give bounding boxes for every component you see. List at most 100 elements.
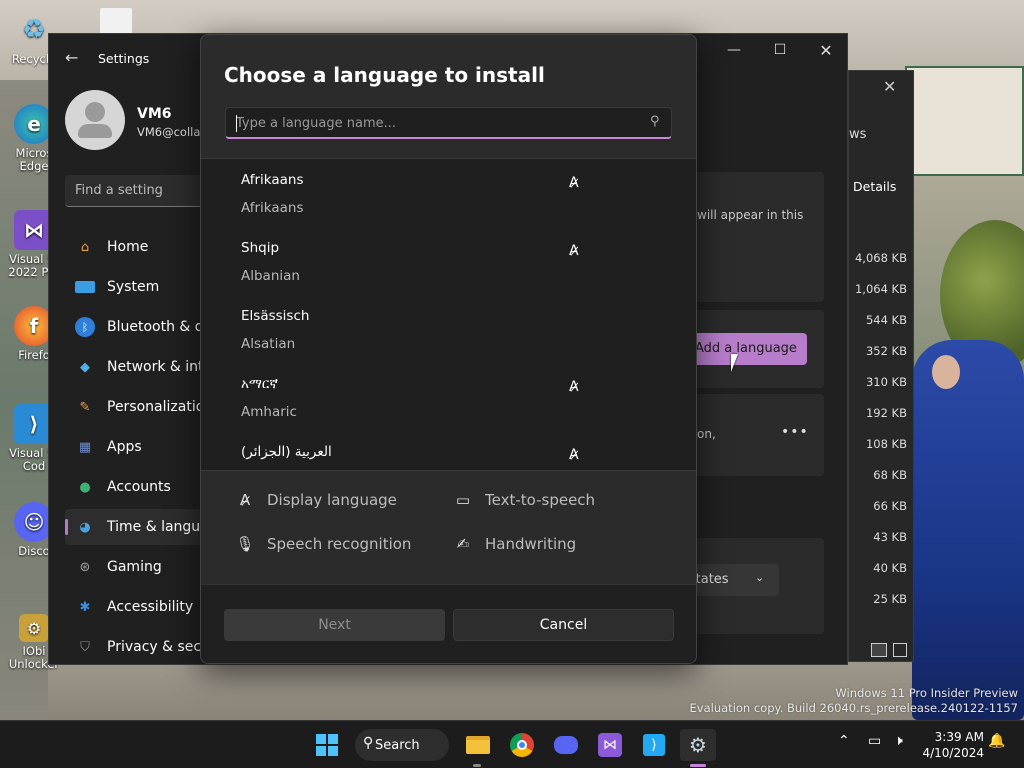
wallpaper-person-face	[932, 355, 960, 389]
visual-studio-icon: ⋈	[598, 733, 622, 757]
language-native-name: Shqip	[241, 240, 280, 256]
find-setting-search[interactable]: Find a setting	[65, 175, 205, 207]
text-to-speech-icon: ▭	[455, 491, 471, 509]
tile-view-icon[interactable]	[893, 643, 907, 657]
explorer-size-column: 4,068 KB 1,064 KB 544 KB 352 KB 310 KB 1…	[849, 211, 915, 651]
visual-studio-taskbar-button[interactable]: ⋈	[594, 729, 626, 761]
language-native-name: العربية (الجزائر)	[241, 444, 332, 460]
taskbar-search-button[interactable]: ⚲ Search	[355, 729, 449, 761]
vscode-icon: ⟩	[643, 734, 665, 756]
settings-taskbar-button[interactable]: ⚙	[680, 729, 716, 761]
file-size: 310 KB	[865, 375, 907, 389]
search-icon: ⚲	[650, 114, 660, 129]
network-icon[interactable]: ▭	[868, 733, 881, 749]
discord-taskbar-button[interactable]	[550, 729, 582, 761]
user-icon	[85, 102, 105, 122]
maximize-button[interactable]: ☐	[757, 34, 803, 66]
user-name: VM6	[137, 106, 172, 122]
nav-label: Accounts	[107, 479, 171, 495]
language-info-text: will appear in this	[697, 208, 804, 222]
windows-logo-icon	[316, 734, 338, 756]
wallpaper-sign	[905, 66, 1024, 176]
dialog-footer: Next Cancel	[201, 584, 696, 663]
system-icon	[75, 281, 95, 293]
legend-text-to-speech: ▭ Text-to-speech	[453, 491, 595, 509]
file-explorer-window: ✕ ws Details 4,068 KB 1,064 KB 544 KB 35…	[848, 70, 914, 662]
language-english-name: Albanian	[241, 268, 300, 284]
desktop-file-icon[interactable]	[100, 8, 132, 36]
legend-label: Text-to-speech	[485, 491, 596, 509]
language-list-item[interactable]: Elsässisch Alsatian	[201, 295, 696, 363]
apps-icon: ▦	[78, 439, 92, 455]
nav-label: Accessibility	[107, 599, 194, 615]
language-search-box[interactable]: ⚲	[225, 107, 672, 139]
language-list-item[interactable]: العربية (الجزائر) A̷	[201, 431, 696, 470]
vscode-taskbar-button[interactable]: ⟩	[638, 729, 670, 761]
system-clock[interactable]: 3:39 AM 4/10/2024	[922, 729, 984, 761]
file-size: 68 KB	[873, 468, 907, 482]
nav-label: Gaming	[107, 559, 162, 575]
back-arrow-icon[interactable]: ←	[65, 48, 78, 67]
shield-icon: ⛉	[80, 639, 90, 655]
file-size: 4,068 KB	[854, 251, 907, 265]
notification-bell-icon[interactable]: 🔔	[988, 733, 1005, 749]
list-view-icon[interactable]	[871, 643, 887, 657]
explorer-tab-label[interactable]: ws	[849, 127, 866, 142]
language-list[interactable]: Afrikaans Afrikaans A̷ Shqip Albanian A̷…	[201, 158, 696, 471]
file-explorer-running-indicator	[473, 764, 481, 767]
accessibility-icon: ✱	[79, 599, 91, 615]
network-icon: ◆	[80, 359, 90, 375]
language-list-item[interactable]: Afrikaans Afrikaans A̷	[201, 159, 696, 227]
language-native-name: Elsässisch	[241, 308, 310, 324]
find-setting-placeholder: Find a setting	[75, 183, 163, 198]
speaker-muted-icon[interactable]: 🕨	[894, 733, 903, 749]
file-size: 544 KB	[865, 313, 907, 327]
home-icon: ⌂	[80, 239, 90, 255]
microphone-icon: 🎙	[235, 535, 255, 553]
chevron-down-icon: ⌄	[755, 571, 765, 584]
settings-running-indicator	[690, 764, 706, 767]
nav-label: Personalization	[107, 399, 214, 415]
chevron-up-icon[interactable]: ⌃	[838, 733, 850, 749]
mouse-cursor-icon	[731, 354, 738, 372]
explorer-details-button[interactable]: Details	[853, 179, 896, 194]
chrome-icon	[510, 733, 534, 757]
more-options-icon[interactable]: •••	[781, 424, 809, 440]
close-button[interactable]: ✕	[803, 34, 849, 66]
file-size: 1,064 KB	[854, 282, 907, 296]
discord-icon	[554, 736, 578, 754]
file-size: 25 KB	[873, 592, 907, 606]
file-size: 352 KB	[865, 344, 907, 358]
explorer-close-icon[interactable]: ✕	[883, 77, 896, 96]
watermark-line-2: Evaluation copy. Build 26040.rs_prerelea…	[689, 701, 1018, 715]
chrome-icon-center	[517, 740, 527, 750]
cancel-button[interactable]: Cancel	[453, 609, 674, 641]
language-list-item[interactable]: Shqip Albanian A̷	[201, 227, 696, 295]
add-language-button[interactable]: Add a language	[689, 333, 807, 365]
brush-icon: ✎	[79, 399, 91, 415]
language-native-name: Afrikaans	[241, 172, 304, 188]
legend-handwriting: ✍ Handwriting	[453, 535, 576, 553]
clock-date: 4/10/2024	[922, 746, 984, 760]
legend-label: Speech recognition	[267, 535, 412, 553]
nav-label: Home	[107, 239, 149, 255]
avatar[interactable]	[65, 90, 125, 150]
chrome-taskbar-button[interactable]	[506, 729, 538, 761]
file-size: 43 KB	[873, 530, 907, 544]
watermark-line-1: Windows 11 Pro Insider Preview	[835, 686, 1018, 700]
start-button[interactable]	[311, 729, 343, 761]
language-search-input[interactable]	[236, 108, 636, 138]
display-language-icon: A̷	[569, 175, 579, 191]
file-explorer-taskbar-button[interactable]	[462, 729, 494, 761]
language-list-item[interactable]: አማርኛ Amharic A̷	[201, 363, 696, 431]
language-english-name: Amharic	[241, 404, 297, 420]
minimize-button[interactable]: —	[711, 34, 757, 66]
nav-label: Apps	[107, 439, 142, 455]
taskbar-search-label: Search	[375, 737, 420, 753]
next-button[interactable]: Next	[224, 609, 445, 641]
legend-speech-recognition: 🎙 Speech recognition	[235, 535, 411, 553]
add-language-label: Add a language	[695, 341, 797, 356]
text-caret	[236, 115, 237, 132]
language-english-name: Alsatian	[241, 336, 296, 352]
taskbar: ⚲ Search ⋈ ⟩ ⚙ ⌃ ▭ 🕨 3:39 AM 4/10/2024 🔔	[0, 720, 1024, 768]
